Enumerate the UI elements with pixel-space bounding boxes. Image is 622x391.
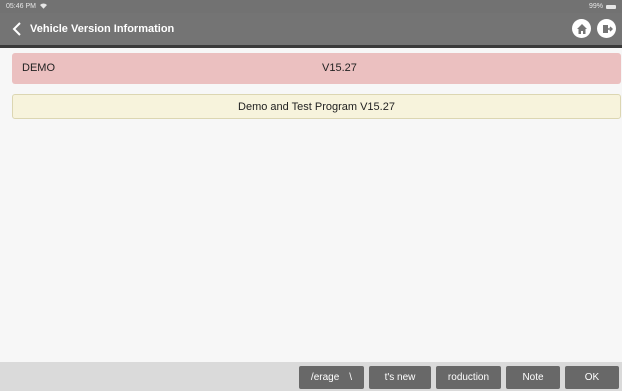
home-button[interactable] — [572, 19, 591, 38]
page-title: Vehicle Version Information — [30, 23, 175, 35]
note-button[interactable]: Note — [506, 366, 560, 389]
vehicle-version: V15.27 — [322, 62, 357, 74]
back-button[interactable] — [4, 13, 30, 45]
vehicle-name: DEMO — [22, 62, 55, 74]
whats-new-label: t's new — [384, 372, 416, 383]
exit-button[interactable] — [597, 19, 616, 38]
note-label: Note — [522, 372, 544, 383]
wifi-icon — [39, 2, 47, 11]
bottom-toolbar: /erage \ t's new roduction Note OK — [0, 362, 622, 391]
coverage-label: /erage — [310, 372, 340, 383]
ok-button[interactable]: OK — [565, 366, 619, 389]
program-text: Demo and Test Program V15.27 — [238, 100, 395, 113]
battery-percent: 99% — [588, 3, 603, 10]
chevron-left-icon — [12, 22, 21, 36]
introduction-label: roduction — [447, 372, 490, 383]
status-time: 05:46 PM — [6, 3, 36, 10]
version-row[interactable]: DEMO V15.27 — [12, 53, 621, 84]
coverage-suffix: \ — [349, 372, 353, 383]
exit-icon — [602, 24, 613, 33]
content-area: DEMO V15.27 Demo and Test Program V15.27 — [0, 48, 622, 362]
introduction-button[interactable]: roduction — [436, 366, 501, 389]
whats-new-button[interactable]: t's new — [369, 366, 431, 389]
battery-icon — [606, 4, 616, 9]
home-icon — [576, 23, 587, 34]
status-bar: 05:46 PM 99% — [0, 0, 622, 13]
coverage-button[interactable]: /erage \ — [299, 366, 364, 389]
title-bar: Vehicle Version Information — [0, 13, 622, 45]
program-row[interactable]: Demo and Test Program V15.27 — [12, 94, 621, 119]
ok-label: OK — [584, 372, 600, 383]
